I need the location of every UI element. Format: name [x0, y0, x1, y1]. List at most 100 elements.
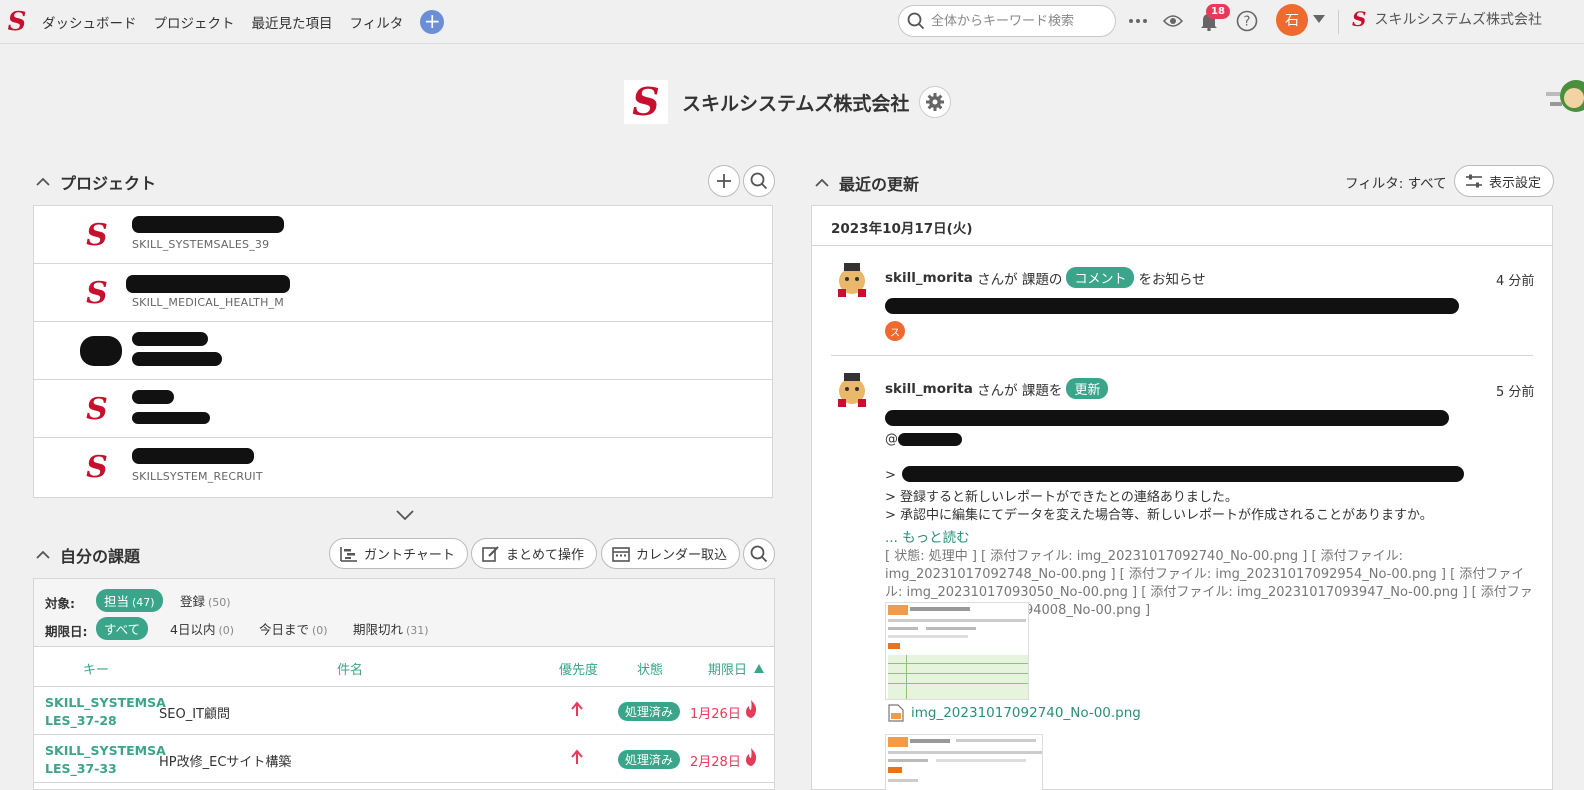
filter-assigned-label: 担当 [104, 594, 130, 609]
divider [831, 355, 1533, 356]
sliders-icon [1466, 174, 1482, 188]
filter-assigned[interactable]: 担当 (47) [96, 589, 163, 612]
issue-filters: 対象: 担当 (47) 登録 (50) 期限日: すべて 4日以内 (0) 今日まで(… [34, 579, 774, 647]
attachment-link[interactable]: img_20231017092740_No-00.png [888, 704, 1141, 722]
nav-dashboard[interactable]: ダッシュボード [42, 12, 137, 32]
project-key: SKILL_MEDICAL_HEALTH_M [132, 296, 284, 309]
backlog-logo[interactable]: S [2, 7, 32, 37]
filter-due-4days-count: (0) [218, 624, 235, 637]
project-logo-icon: S [86, 218, 108, 253]
help-icon[interactable]: ? [1235, 9, 1259, 33]
add-project-button[interactable] [708, 165, 740, 197]
issue-key[interactable]: SKILL_SYSTEMSA LES_37-28 [45, 694, 166, 730]
gantt-chart-button[interactable]: ガントチャート [329, 538, 468, 569]
due-label: 期限日: [45, 624, 88, 639]
chevron-down-icon[interactable] [395, 508, 415, 522]
org-name: スキルシステムズ株式会社 [1374, 12, 1543, 28]
issue-key[interactable]: SKILL_SYSTEMSA LES_37-33 [45, 742, 166, 778]
project-row[interactable]: S [34, 380, 772, 438]
issue-subject[interactable]: SEO_IT顧問 [159, 703, 230, 722]
quote-line: > 登録すると新しいレポートができたとの連絡ありました。 [885, 490, 1238, 505]
global-search[interactable] [898, 5, 1116, 37]
projects-header[interactable]: プロジェクト [36, 170, 156, 194]
updates-header[interactable]: 最近の更新 [815, 171, 919, 195]
issue-key-line1: SKILL_SYSTEMSA [45, 695, 166, 710]
project-logo: S [80, 451, 114, 485]
project-key: SKILLSYSTEM_RECRUIT [132, 470, 263, 483]
chevron-up-icon[interactable] [815, 176, 829, 190]
plus-icon [717, 174, 731, 188]
project-list: S SKILL_SYSTEMSALES_39 S SKILL_MEDICAL_H… [33, 205, 773, 498]
search-project-button[interactable] [743, 165, 775, 197]
filter-overdue[interactable]: 期限切れ (31) [353, 619, 429, 638]
issue-subject[interactable]: HP改修_ECサイト構築 [159, 751, 291, 770]
project-row[interactable]: S SKILL_MEDICAL_HEALTH_M [34, 264, 772, 322]
filter-registered[interactable]: 登録 (50) [180, 591, 231, 610]
mini-avatar: ス [885, 321, 905, 341]
col-status[interactable]: 状態 [637, 659, 663, 678]
mascot-icon [1546, 80, 1584, 112]
nav-projects[interactable]: プロジェクト [154, 12, 235, 32]
filter-overdue-label: 期限切れ [353, 622, 404, 637]
nav-filter[interactable]: フィルタ [350, 12, 404, 32]
chevron-up-icon[interactable] [36, 548, 50, 562]
search-input[interactable] [931, 13, 1111, 29]
search-icon [750, 172, 768, 190]
table-row[interactable]: SKILL_SYSTEMSA LES_37-33 HP改修_ECサイト構築 処理済… [34, 735, 774, 783]
watch-eye-icon[interactable] [1161, 9, 1185, 33]
quote-line: > 承認中に編集にてデータを変えた場合等、新しいレポートが作成されることがありま… [885, 508, 1433, 523]
col-subject[interactable]: 件名 [337, 659, 363, 678]
table-row[interactable]: SKILL_SYSTEMSA LES_37-28 SEO_IT顧問 処理済み 1月… [34, 687, 774, 735]
my-issues-header[interactable]: 自分の課題 [36, 543, 140, 567]
project-row[interactable] [34, 322, 772, 380]
quote-line: > [885, 468, 896, 483]
sort-asc-icon[interactable] [754, 664, 764, 673]
activity-tag: 更新 [1066, 378, 1109, 399]
space-logo: S [624, 80, 668, 124]
projects-title: プロジェクト [60, 174, 157, 193]
add-button[interactable]: + [420, 9, 445, 34]
due-date: 2月28日 [690, 755, 741, 770]
issues-table-header: キー 件名 優先度 状態 期限日 [34, 647, 774, 687]
updates-panel: 2023年10月17日(火) skill_morita さんが 課題の コメントを… [811, 205, 1553, 790]
activity-text-pre: さんが 課題を [977, 382, 1063, 399]
nav-recent[interactable]: 最近見た項目 [252, 12, 333, 32]
filter-due-all[interactable]: すべて [96, 617, 149, 640]
project-row[interactable]: S SKILLSYSTEM_RECRUIT [34, 438, 772, 496]
col-priority[interactable]: 優先度 [559, 659, 598, 678]
project-row[interactable]: S SKILL_SYSTEMSALES_39 [34, 206, 772, 264]
redaction [132, 352, 222, 366]
redaction [132, 332, 208, 346]
activity-text-pre: さんが 課題の [977, 271, 1063, 288]
divider [1338, 10, 1339, 34]
attachment-thumbnail[interactable] [885, 734, 1043, 790]
org-switcher[interactable]: S スキルシステムズ株式会社 [1352, 9, 1542, 29]
settings-button[interactable] [919, 86, 952, 118]
search-issues-button[interactable] [743, 538, 775, 570]
project-logo: S [80, 393, 114, 427]
activity-user[interactable]: skill_morita [885, 270, 973, 286]
chevron-down-icon[interactable] [1313, 15, 1325, 23]
col-due[interactable]: 期限日 [708, 659, 747, 678]
chevron-up-icon[interactable] [36, 175, 50, 189]
attachment-thumbnail[interactable] [885, 602, 1029, 700]
updates-filter[interactable]: フィルタ: すべて [1345, 172, 1447, 192]
calendar-import-button[interactable]: カレンダー取込 [601, 538, 741, 569]
more-icon[interactable] [1126, 9, 1150, 33]
activity-user[interactable]: skill_morita [885, 381, 973, 397]
bulk-edit-button[interactable]: まとめて操作 [471, 538, 598, 569]
user-avatar [838, 263, 866, 297]
calendar-icon [612, 546, 630, 562]
redaction [132, 216, 284, 233]
redaction [132, 390, 174, 404]
calendar-label: カレンダー取込 [636, 548, 728, 563]
project-logo: S [80, 219, 114, 253]
read-more-link[interactable]: ... もっと読む [885, 526, 970, 546]
display-settings-button[interactable]: 表示設定 [1454, 165, 1554, 197]
filter-due-4days[interactable]: 4日以内 (0) [170, 619, 234, 638]
filter-due-today[interactable]: 今日まで (0) [259, 619, 328, 638]
col-key[interactable]: キー [83, 659, 109, 678]
user-avatar[interactable]: 石 [1276, 4, 1308, 36]
gantt-label: ガントチャート [364, 548, 455, 563]
project-logo-icon: S [86, 450, 108, 485]
